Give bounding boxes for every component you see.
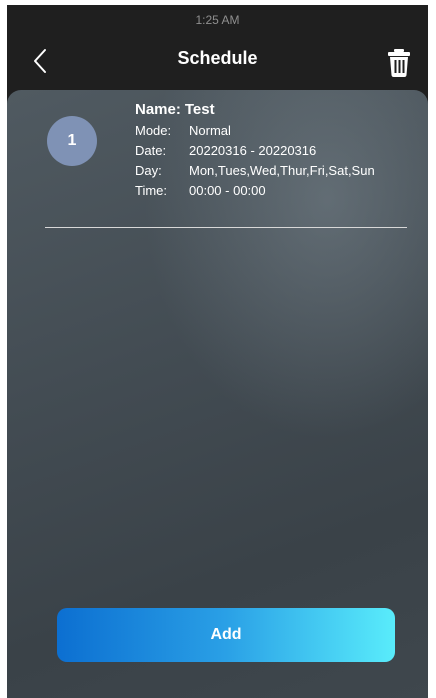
trash-icon bbox=[388, 49, 410, 77]
header-bar: Schedule bbox=[7, 35, 428, 87]
date-value: 20220316 - 20220316 bbox=[189, 143, 317, 158]
day-label: Day: bbox=[135, 163, 162, 178]
schedule-mode-row: Mode: Normal bbox=[135, 121, 415, 141]
schedule-day-row: Day: Mon,Tues,Wed,Thur,Fri,Sat,Sun bbox=[135, 161, 415, 181]
mode-value: Normal bbox=[189, 123, 231, 138]
schedule-list-panel: 1 Name: Test Mode: Normal Date: 20220316 - … bbox=[7, 90, 428, 698]
schedule-details: Name: Test Mode: Normal Date: 20220316 - 20… bbox=[135, 100, 415, 201]
page-title: Schedule bbox=[177, 48, 258, 68]
schedule-index-badge: 1 bbox=[47, 116, 97, 166]
add-button[interactable]: Add bbox=[57, 608, 395, 662]
schedule-name-row: Name: Test bbox=[135, 100, 415, 120]
time-label: Time: bbox=[135, 183, 168, 198]
chevron-left-icon bbox=[34, 49, 46, 73]
schedule-date-row: Date: 20220316 - 20220316 bbox=[135, 141, 415, 161]
schedule-list-item[interactable]: 1 Name: Test Mode: Normal Date: 20220316 - … bbox=[45, 100, 407, 228]
name-value: Test bbox=[184, 101, 215, 118]
date-label: Date: bbox=[135, 143, 167, 158]
name-label: Name: bbox=[135, 101, 181, 118]
mode-label: Mode: bbox=[135, 123, 172, 138]
schedule-time-row: Time: 00:00 - 00:00 bbox=[135, 181, 415, 201]
time-value: 00:00 - 00:00 bbox=[189, 183, 266, 198]
back-button[interactable] bbox=[25, 43, 61, 79]
item-divider bbox=[45, 227, 407, 228]
status-time: 1:25 AM bbox=[195, 13, 240, 27]
day-value: Mon,Tues,Wed,Thur,Fri,Sat,Sun bbox=[189, 163, 375, 178]
schedule-screen: 1:25 AM Schedule 1 Name: Test Mode: Norm… bbox=[7, 5, 428, 698]
status-bar: 1:25 AM bbox=[7, 5, 428, 35]
delete-button[interactable] bbox=[382, 45, 418, 81]
